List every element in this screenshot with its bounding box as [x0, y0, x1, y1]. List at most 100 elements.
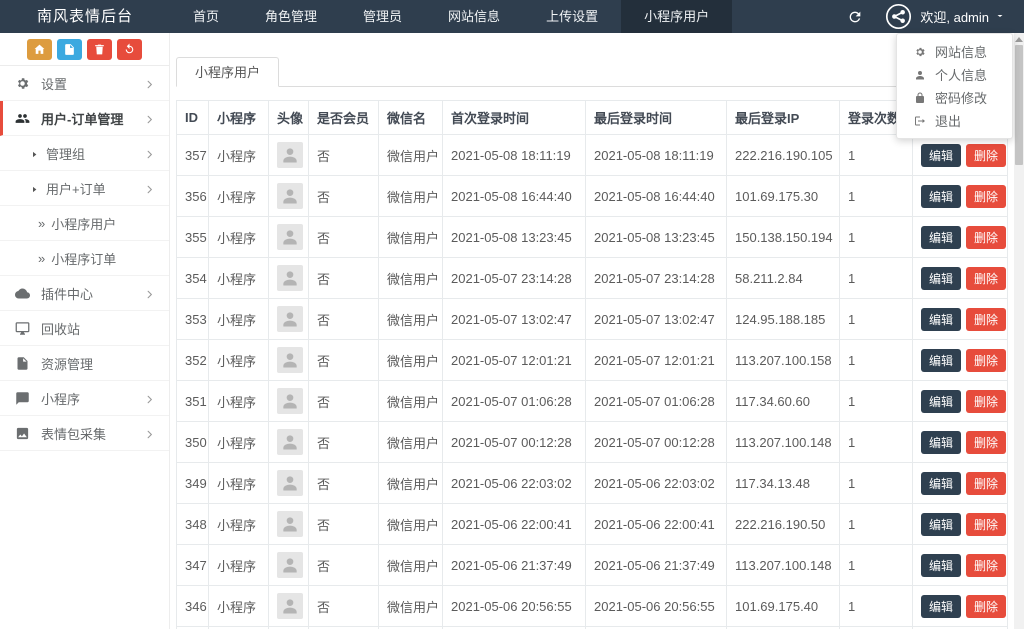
sidebar-item[interactable]: 小程序 [0, 381, 169, 416]
table-row: 347 小程序否微信用户 2021-05-06 21:37:49 2021-05-06… [176, 544, 1008, 586]
sidebar-item[interactable]: 用户+订单 [0, 171, 169, 206]
cell-app: 小程序 [208, 257, 269, 299]
cell-id: 347 [176, 544, 209, 586]
delete-button[interactable]: 删除 [966, 143, 1007, 167]
delete-button[interactable]: 删除 [966, 225, 1007, 249]
cell-last-ip: 113.207.100.148 [726, 421, 840, 463]
cell-last-ip: 124.95.188.185 [726, 298, 840, 340]
table-row: 352 小程序否微信用户 2021-05-07 12:01:21 2021-05-07… [176, 339, 1008, 381]
home-button[interactable] [27, 38, 52, 60]
edit-button[interactable]: 编辑 [921, 430, 962, 454]
table-head: ID 小程序 头像 是否会员 微信名 首次登录时间 最后登录时间 最后登录IP 登录次数 [176, 100, 1008, 135]
person-icon [283, 476, 297, 491]
table-row: 351 小程序否微信用户 2021-05-07 01:06:28 2021-05-07… [176, 380, 1008, 422]
cell-login-count: 1 [839, 380, 913, 422]
delete-button[interactable]: 删除 [966, 594, 1007, 618]
sidebar-item[interactable]: 资源管理 [0, 346, 169, 381]
column-header: 是否会员 [308, 100, 379, 135]
delete-button[interactable]: 删除 [966, 471, 1007, 495]
sidebar-item[interactable]: 设置 [0, 66, 169, 101]
dropdown-item[interactable]: 个人信息 [897, 63, 1012, 86]
welcome-text[interactable]: 欢迎, admin [920, 7, 989, 26]
cell-first-login: 2021-05-08 13:23:45 [442, 216, 586, 258]
nav-item[interactable]: 首页 [170, 0, 242, 33]
delete-button[interactable]: 删除 [966, 512, 1007, 536]
scrollbar-up-arrow[interactable] [1015, 37, 1023, 42]
sidebar-item[interactable]: 回收站 [0, 311, 169, 346]
file-button[interactable] [57, 38, 82, 60]
sidebar-item-label: 插件中心 [41, 286, 94, 302]
edit-button[interactable]: 编辑 [921, 594, 962, 618]
edit-button[interactable]: 编辑 [921, 348, 962, 372]
cell-wechat-name: 微信用户 [378, 462, 443, 504]
chev-icon [147, 395, 153, 403]
edit-button[interactable]: 编辑 [921, 553, 962, 577]
table-body: 357 小程序否微信用户 2021-05-08 18:11:19 2021-05-08… [176, 134, 1008, 629]
nav-item[interactable]: 角色管理 [242, 0, 340, 33]
delete-button[interactable]: 删除 [966, 430, 1007, 454]
cell-last-ip: 222.216.190.50 [726, 503, 840, 545]
person-icon [916, 70, 924, 79]
person-icon [283, 517, 297, 532]
nav-item[interactable]: 上传设置 [523, 0, 621, 33]
cell-last-ip: 113.207.100.148 [726, 544, 840, 586]
delete-button[interactable]: 删除 [966, 184, 1007, 208]
cell-app: 小程序 [208, 503, 269, 545]
chevron-right-icon-wrap [144, 76, 155, 91]
person-icon [283, 435, 297, 450]
edit-button[interactable]: 编辑 [921, 307, 962, 331]
sidebar-item[interactable]: 插件中心 [0, 276, 169, 311]
nav-item[interactable]: 小程序用户 [621, 0, 733, 33]
sidebar-item[interactable]: » 小程序用户 [0, 206, 169, 241]
edit-button[interactable]: 编辑 [921, 512, 962, 536]
dropdown-item[interactable]: 退出 [897, 109, 1012, 132]
delete-button[interactable]: 删除 [966, 307, 1007, 331]
recycle-button[interactable] [117, 38, 142, 60]
user-avatar-icon[interactable] [885, 3, 912, 30]
caretd-icon [997, 15, 1003, 18]
header-row: ID 小程序 头像 是否会员 微信名 首次登录时间 最后登录时间 最后登录IP 登录次数 [176, 100, 1008, 135]
scrollbar-thumb[interactable] [1015, 45, 1023, 165]
refresh-icon[interactable] [847, 9, 863, 25]
cell-last-ip: 101.69.175.40 [726, 585, 840, 627]
trash-button[interactable] [87, 38, 112, 60]
sidebar-item[interactable]: » 小程序订单 [0, 241, 169, 276]
sidebar-item[interactable]: 表情包采集 [0, 416, 169, 451]
person-icon [283, 558, 297, 573]
delete-button[interactable]: 删除 [966, 389, 1007, 413]
edit-button[interactable]: 编辑 [921, 225, 962, 249]
cell-app: 小程序 [208, 175, 269, 217]
cell-member: 否 [308, 134, 379, 176]
person-icon [283, 353, 297, 368]
tab-mini-program-users[interactable]: 小程序用户 [176, 57, 280, 87]
edit-button[interactable]: 编辑 [921, 389, 962, 413]
sidebar-item[interactable]: 用户-订单管理 [0, 101, 169, 136]
edit-button[interactable]: 编辑 [921, 184, 962, 208]
edit-button[interactable]: 编辑 [921, 143, 962, 167]
cell-avatar [268, 257, 309, 299]
person-icon [283, 271, 297, 286]
cell-wechat-name: 微信用户 [378, 257, 443, 299]
cell-actions: 编辑删除 [912, 503, 1008, 545]
quick-buttons-bar [0, 33, 169, 66]
scrollbar[interactable] [1014, 33, 1024, 629]
dropdown-item[interactable]: 网站信息 [897, 40, 1012, 63]
avatar-placeholder [277, 347, 303, 373]
cell-actions: 编辑删除 [912, 257, 1008, 299]
avatar-placeholder [277, 306, 303, 332]
cell-app: 小程序 [208, 421, 269, 463]
delete-button[interactable]: 删除 [966, 266, 1007, 290]
edit-button[interactable]: 编辑 [921, 266, 962, 290]
nav-item[interactable]: 网站信息 [425, 0, 523, 33]
dropdown-item-label: 网站信息 [935, 45, 988, 60]
dropdown-item[interactable]: 密码修改 [897, 86, 1012, 109]
edit-button[interactable]: 编辑 [921, 471, 962, 495]
cell-avatar [268, 175, 309, 217]
delete-button[interactable]: 删除 [966, 348, 1007, 372]
delete-button[interactable]: 删除 [966, 553, 1007, 577]
user-dropdown-menu: 网站信息个人信息 密码修改 退出 [896, 33, 1013, 139]
nav-item[interactable]: 管理员 [340, 0, 425, 33]
sidebar-item[interactable]: 管理组 [0, 136, 169, 171]
cell-app: 小程序 [208, 544, 269, 586]
sidebar: 设置 用户-订单管理 管理组 用户+订单 » 小程序用户 » 小程序订单插件中心回收站 资源管理… [0, 33, 170, 629]
